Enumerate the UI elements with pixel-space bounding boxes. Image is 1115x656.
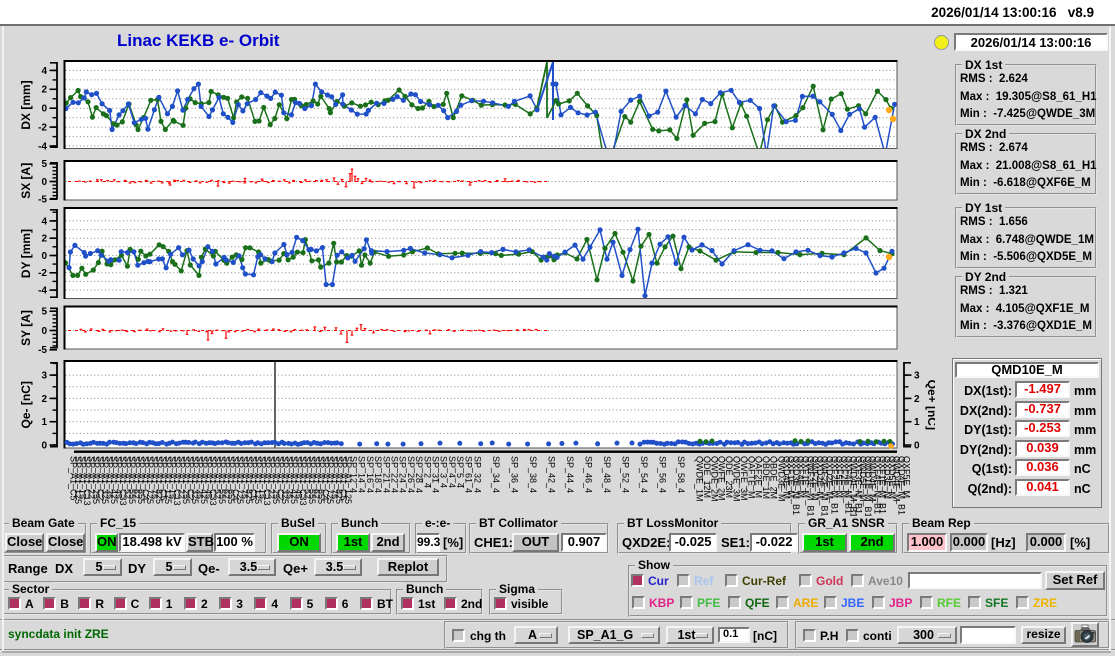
svg-text:SP_58_4: SP_58_4	[676, 456, 686, 493]
svg-text:4: 4	[41, 216, 47, 227]
svg-text:5: 5	[41, 159, 47, 170]
svg-text:SY [A]: SY [A]	[19, 310, 33, 346]
svg-text:0: 0	[41, 440, 47, 451]
svg-text:QXF5E_M: QXF5E_M	[901, 456, 911, 498]
svg-text:3: 3	[41, 371, 47, 382]
svg-text:-2: -2	[38, 123, 47, 134]
svg-text:0: 0	[41, 177, 47, 188]
svg-text:-4: -4	[38, 286, 47, 297]
svg-text:DY [mm]: DY [mm]	[19, 229, 33, 278]
svg-text:SP_34_4: SP_34_4	[491, 456, 501, 493]
svg-text:3: 3	[914, 371, 920, 382]
svg-text:4: 4	[41, 66, 47, 77]
svg-text:0: 0	[41, 251, 47, 262]
svg-text:SP_46_4: SP_46_4	[584, 456, 594, 493]
svg-text:2: 2	[41, 394, 47, 405]
svg-text:0: 0	[41, 326, 47, 337]
svg-text:-5: -5	[38, 195, 47, 206]
svg-text:SP_48_4: SP_48_4	[602, 456, 612, 493]
svg-text:2: 2	[41, 234, 47, 245]
svg-text:SP_36_4: SP_36_4	[510, 456, 520, 493]
svg-text:SX [A]: SX [A]	[19, 163, 33, 199]
svg-text:2: 2	[914, 394, 920, 405]
svg-text:Qe- [nC]: Qe- [nC]	[19, 381, 33, 428]
svg-text:SP_44_4: SP_44_4	[565, 456, 575, 493]
svg-text:-2: -2	[38, 268, 47, 279]
svg-text:Qe+ [nC]: Qe+ [nC]	[925, 380, 935, 430]
svg-text:-4: -4	[38, 141, 47, 152]
svg-text:-5: -5	[38, 345, 47, 356]
svg-text:1: 1	[41, 417, 47, 428]
svg-text:0: 0	[41, 104, 47, 115]
svg-text:2: 2	[41, 85, 47, 96]
svg-text:5: 5	[41, 307, 47, 318]
svg-text:SP_32_4: SP_32_4	[473, 456, 483, 493]
svg-text:SP_61_4: SP_61_4	[463, 456, 473, 493]
svg-text:1: 1	[914, 417, 920, 428]
svg-text:0: 0	[914, 440, 920, 451]
svg-text:SP_38_4: SP_38_4	[528, 456, 538, 493]
svg-text:SP_42_4: SP_42_4	[547, 456, 557, 493]
svg-text:SP_56_4: SP_56_4	[658, 456, 668, 493]
svg-text:SP_54_4: SP_54_4	[639, 456, 649, 493]
svg-text:DX [mm]: DX [mm]	[19, 80, 33, 129]
svg-text:SP_52_4: SP_52_4	[621, 456, 631, 493]
